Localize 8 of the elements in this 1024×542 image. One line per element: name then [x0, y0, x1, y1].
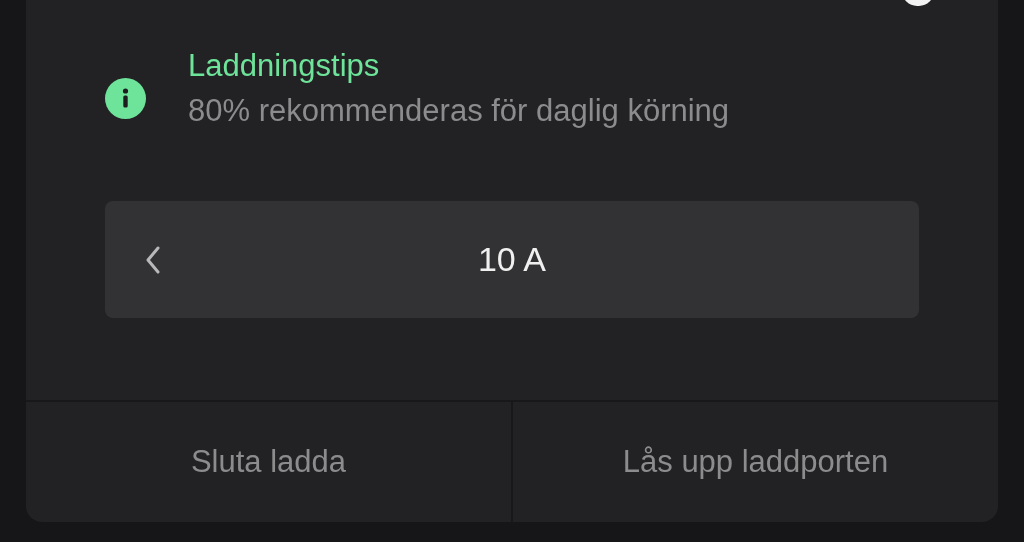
tip-text: 80% rekommenderas för daglig körning — [188, 92, 730, 130]
action-button[interactable]: Lås upp laddporten — [511, 402, 998, 522]
current-value: 10 A — [477, 239, 547, 280]
action-button[interactable]: Sluta ladda — [26, 402, 511, 522]
current-selector[interactable]: 10 A — [105, 201, 919, 318]
tip-title: Laddningstips — [188, 47, 381, 85]
info-icon — [105, 78, 146, 119]
chevron-left-icon[interactable] — [145, 245, 161, 274]
